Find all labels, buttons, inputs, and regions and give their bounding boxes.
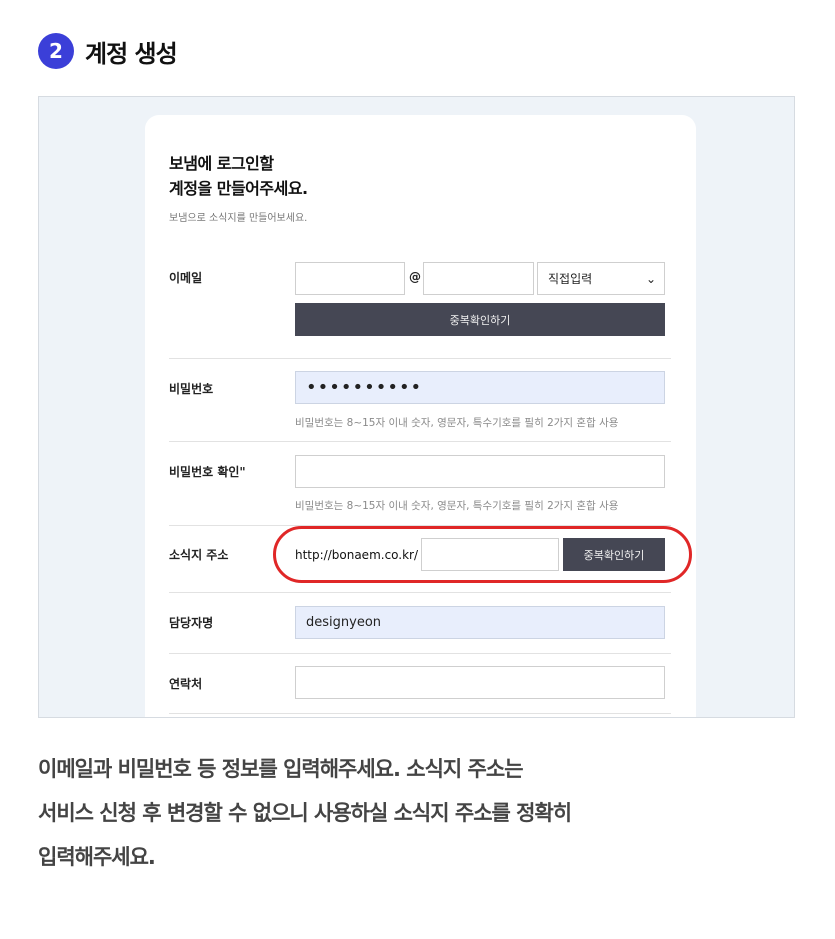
manager-name-label: 담당자명 — [169, 616, 214, 630]
newsletter-address-label: 소식지 주소 — [169, 548, 229, 562]
password-value: •••••••••• — [306, 376, 423, 398]
email-local-input[interactable] — [295, 262, 405, 295]
description-line3: 입력해주세요. — [38, 845, 156, 869]
form-subheading: 보냄으로 소식지를 만들어보세요. — [169, 213, 308, 224]
form-heading-line1: 보냄에 로그인할 — [169, 154, 274, 173]
password-label: 비밀번호 — [169, 382, 214, 396]
divider — [169, 592, 671, 593]
password-confirm-hint: 비밀번호는 8~15자 이내 숫자, 영문자, 특수기호를 필히 2가지 혼합 … — [295, 500, 619, 512]
contact-input[interactable] — [295, 666, 665, 699]
signup-card: 보냄에 로그인할 계정을 만들어주세요. 보냄으로 소식지를 만들어보세요. 이… — [145, 115, 696, 717]
chevron-down-icon: ⌄ — [645, 271, 656, 286]
at-sign: @ — [409, 270, 421, 284]
step-header: 2 계정 생성 — [38, 30, 178, 72]
form-heading-line2: 계정을 만들어주세요. — [169, 179, 308, 198]
email-label: 이메일 — [169, 271, 203, 285]
newsletter-url-prefix: http://bonaem.co.kr/ — [295, 548, 419, 562]
manager-name-input[interactable]: designyeon — [295, 606, 665, 639]
divider — [169, 441, 671, 442]
description-line1: 이메일과 비밀번호 등 정보를 입력해주세요. 소식지 주소는 — [38, 757, 524, 781]
email-check-button[interactable]: 중복확인하기 — [295, 303, 665, 336]
divider — [169, 653, 671, 654]
email-domain-select[interactable]: 직접입력 ⌄ — [537, 262, 665, 295]
step-title: 계정 생성 — [85, 39, 178, 68]
newsletter-check-button[interactable]: 중복확인하기 — [563, 538, 665, 571]
email-domain-input[interactable] — [423, 262, 534, 295]
newsletter-address-input[interactable] — [421, 538, 559, 571]
step-number-badge: 2 — [38, 33, 74, 69]
contact-label: 연락처 — [169, 677, 203, 691]
signup-screenshot: 보냄에 로그인할 계정을 만들어주세요. 보냄으로 소식지를 만들어보세요. 이… — [38, 96, 795, 718]
description-text: 이메일과 비밀번호 등 정보를 입력해주세요. 소식지 주소는 서비스 신청 후… — [38, 747, 798, 879]
email-domain-select-value: 직접입력 — [548, 272, 593, 286]
password-input[interactable]: •••••••••• — [295, 371, 665, 404]
password-hint: 비밀번호는 8~15자 이내 숫자, 영문자, 특수기호를 필히 2가지 혼합 … — [295, 417, 619, 429]
password-confirm-input[interactable] — [295, 455, 665, 488]
description-line2: 서비스 신청 후 변경할 수 없으니 사용하실 소식지 주소를 정확히 — [38, 801, 572, 825]
password-confirm-label: 비밀번호 확인" — [169, 465, 246, 479]
form-heading: 보냄에 로그인할 계정을 만들어주세요. — [169, 151, 308, 201]
divider — [169, 358, 671, 359]
divider — [169, 713, 671, 714]
